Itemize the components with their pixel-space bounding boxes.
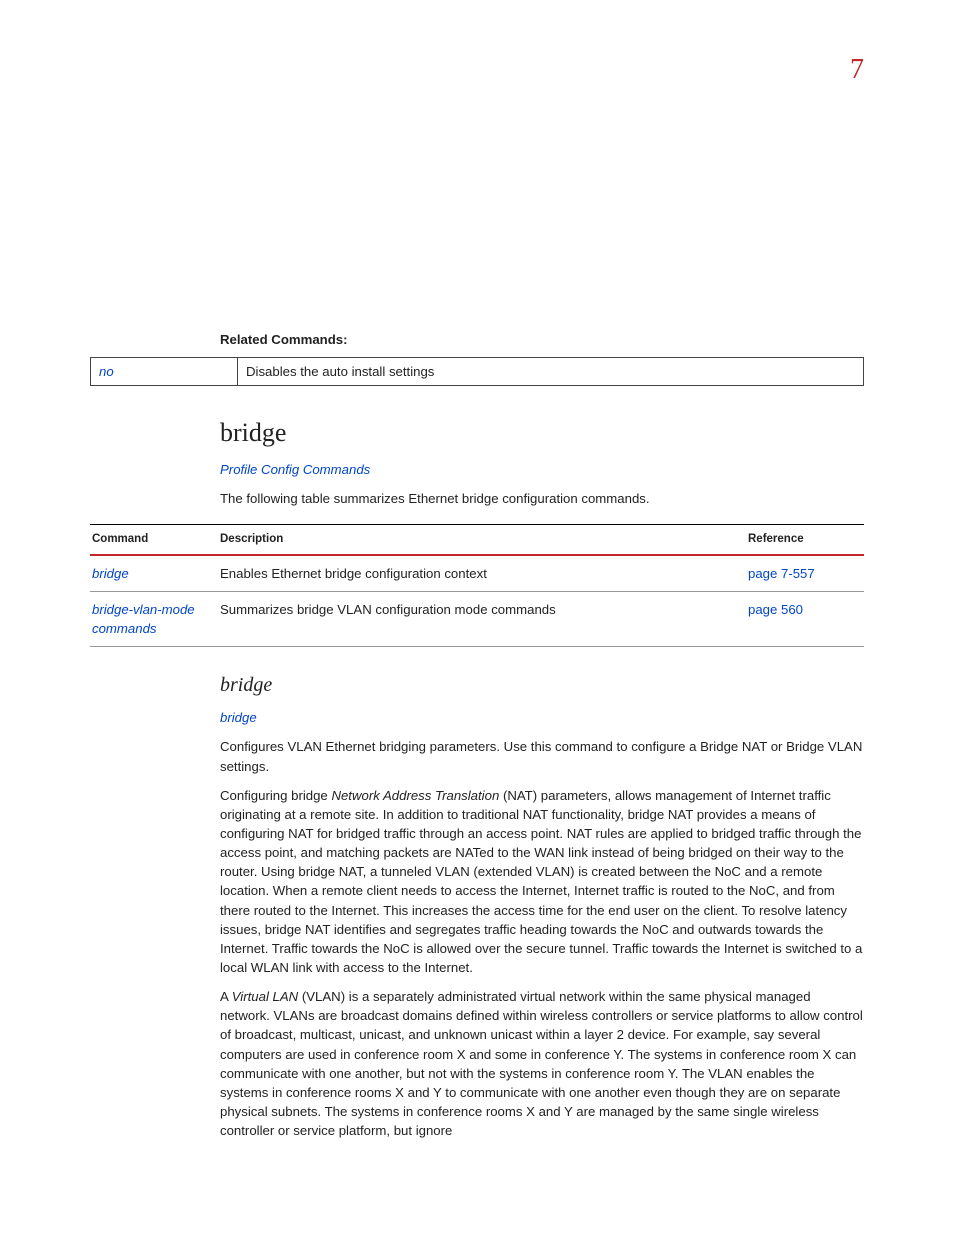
section-heading: bridge xyxy=(220,414,864,452)
page-reference-link[interactable]: page 7-557 xyxy=(748,566,815,581)
col-header-reference: Reference xyxy=(746,525,864,555)
col-header-command: Command xyxy=(90,525,218,555)
table-row: bridge-vlan-mode commands Summarizes bri… xyxy=(90,592,864,647)
bridge-section: bridge Profile Config Commands The follo… xyxy=(220,414,864,508)
subsection-heading: bridge xyxy=(220,671,864,700)
chapter-number: 7 xyxy=(850,50,864,91)
paragraph: Configuring bridge Network Address Trans… xyxy=(220,786,864,977)
command-summary-table: Command Description Reference bridge Ena… xyxy=(90,524,864,647)
text-run: (VLAN) is a separately administrated vir… xyxy=(220,989,863,1138)
command-link-bridge[interactable]: bridge xyxy=(92,566,129,581)
table-row: no Disables the auto install settings xyxy=(91,358,864,386)
col-header-description: Description xyxy=(218,525,746,555)
table-row: bridge Enables Ethernet bridge configura… xyxy=(90,555,864,592)
related-command-link[interactable]: no xyxy=(91,358,238,386)
bridge-subsection: bridge bridge Configures VLAN Ethernet b… xyxy=(220,671,864,1140)
emphasis: Network Address Translation xyxy=(331,788,499,803)
emphasis: Virtual LAN xyxy=(232,989,298,1004)
related-commands-table: no Disables the auto install settings xyxy=(90,357,864,386)
subsection-link[interactable]: bridge xyxy=(220,708,864,727)
parent-section-link[interactable]: Profile Config Commands xyxy=(220,460,864,479)
related-commands-label: Related Commands: xyxy=(220,330,864,349)
page-content: Related Commands: no Disables the auto i… xyxy=(90,330,864,1150)
paragraph: Configures VLAN Ethernet bridging parame… xyxy=(220,737,864,775)
command-desc: Enables Ethernet bridge configuration co… xyxy=(218,555,746,592)
page-reference-link[interactable]: page 560 xyxy=(748,602,803,617)
text-run: Configuring bridge xyxy=(220,788,331,803)
command-desc: Summarizes bridge VLAN configuration mod… xyxy=(218,592,746,647)
related-commands-block: Related Commands: xyxy=(220,330,864,349)
command-link-bridge-vlan-mode[interactable]: bridge-vlan-mode commands xyxy=(92,602,195,636)
page: 7 Related Commands: no Disables the auto… xyxy=(0,0,954,1235)
table-header-row: Command Description Reference xyxy=(90,525,864,555)
text-run: A xyxy=(220,989,232,1004)
section-intro: The following table summarizes Ethernet … xyxy=(220,489,864,508)
related-command-desc: Disables the auto install settings xyxy=(238,358,864,386)
text-run: (NAT) parameters, allows management of I… xyxy=(220,788,862,975)
paragraph: A Virtual LAN (VLAN) is a separately adm… xyxy=(220,987,864,1140)
